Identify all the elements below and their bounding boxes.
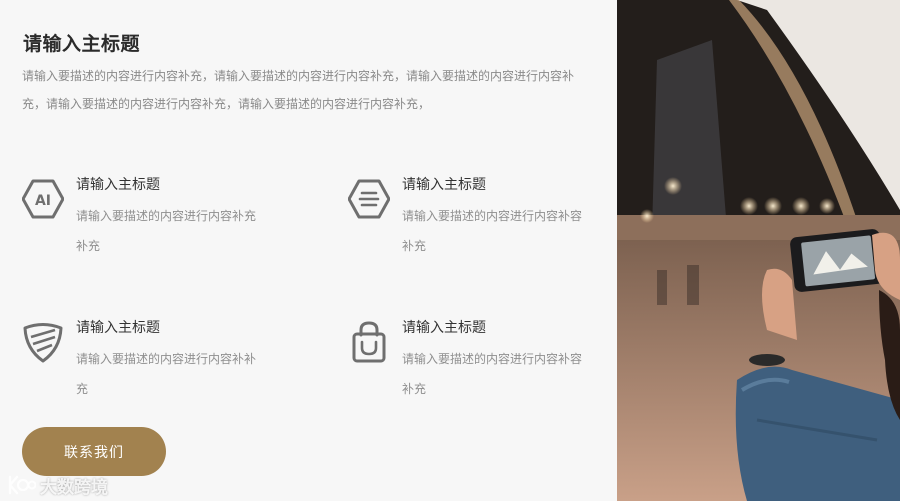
feature-item-ai: AI 请输入主标题 请输入要描述的内容进行内容补充补充 <box>22 174 262 274</box>
feature-title: 请输入主标题 <box>76 177 160 193</box>
feature-item-menu: 请输入主标题 请输入要描述的内容进行内容补容补充 <box>348 174 588 274</box>
page-title: 请输入主标题 <box>23 33 141 55</box>
page-description: 请输入要描述的内容进行内容补充，请输入要描述的内容进行内容补充，请输入要描述的内… <box>22 69 575 111</box>
feature-title: 请输入主标题 <box>402 320 486 336</box>
shield-icon <box>23 323 63 363</box>
shopping-bag-icon <box>352 321 386 363</box>
photo-scene <box>617 0 900 501</box>
menu-hexagon-icon <box>348 179 390 219</box>
contact-us-button[interactable]: 联系我们 <box>22 427 166 476</box>
feature-title: 请输入主标题 <box>76 320 160 336</box>
watermark-logo-icon <box>8 475 36 495</box>
content-panel: 请输入主标题 请输入要描述的内容进行内容补充，请输入要描述的内容进行内容补充，请… <box>0 0 617 501</box>
feature-description: 请输入要描述的内容进行内容补容补充 <box>402 209 583 253</box>
feature-item-shield: 请输入主标题 请输入要描述的内容进行内容补补充 <box>22 317 262 417</box>
feature-item-bag: 请输入主标题 请输入要描述的内容进行内容补容补充 <box>348 317 588 417</box>
ai-hexagon-icon: AI <box>22 179 64 219</box>
feature-description: 请输入要描述的内容进行内容补充补充 <box>76 209 257 253</box>
svg-text:AI: AI <box>35 193 51 209</box>
watermark-text: 大数跨境 <box>40 477 108 498</box>
feature-description: 请输入要描述的内容进行内容补容补充 <box>402 352 583 396</box>
feature-description: 请输入要描述的内容进行内容补补充 <box>76 352 257 396</box>
feature-title: 请输入主标题 <box>402 177 486 193</box>
watermark: 大数跨境 <box>6 472 108 498</box>
hero-photo <box>617 0 900 501</box>
